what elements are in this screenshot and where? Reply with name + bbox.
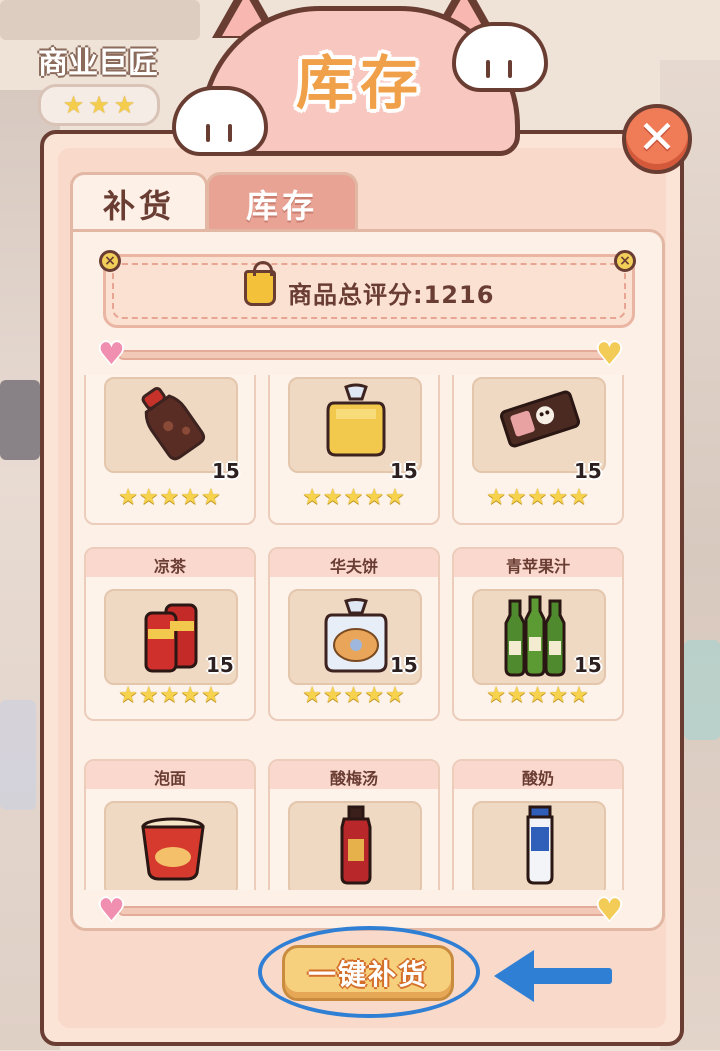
total-score: 商品总评分:1216 xyxy=(288,281,495,309)
heart-icon: ♥ xyxy=(596,337,623,372)
tab-inventory[interactable]: 库存 xyxy=(206,172,358,232)
pin-icon: × xyxy=(614,250,636,272)
close-button[interactable]: ✕ xyxy=(622,104,692,174)
product-card[interactable]: 凉茶 15 ★★★★★ xyxy=(84,547,256,721)
product-name: 凉茶 xyxy=(153,557,186,576)
pointer-arrow-shaft xyxy=(530,968,612,984)
product-card[interactable]: 15 ★★★★★ xyxy=(84,375,256,525)
heart-icon: ♥ xyxy=(98,893,125,928)
heart-icon: ♥ xyxy=(98,337,125,372)
rating-stars: ★★★★★ xyxy=(302,683,406,708)
restock-all-button[interactable]: 一键补货 xyxy=(282,945,454,1001)
product-name: 泡面 xyxy=(153,769,186,788)
cat-paw-right xyxy=(452,22,548,92)
instant-noodles-icon xyxy=(141,817,205,881)
waffle-bag-icon xyxy=(324,598,388,673)
cat-paw-left xyxy=(172,86,268,156)
stock-count: 15 xyxy=(390,459,418,483)
scroll-rail-top xyxy=(118,350,608,360)
bg-counter xyxy=(0,0,200,40)
pin-icon: × xyxy=(99,250,121,272)
bg-shelf xyxy=(0,380,40,460)
player-rating: ★ ★ ★ xyxy=(38,84,160,126)
stock-count: 15 xyxy=(574,459,602,483)
herbal-tea-cans-icon xyxy=(144,603,198,673)
bg-machine xyxy=(684,640,720,740)
product-name: 酸梅汤 xyxy=(329,769,378,788)
stock-count: 15 xyxy=(206,653,234,677)
snack-bar-icon xyxy=(500,390,580,448)
plum-drink-bottle-icon xyxy=(340,805,372,885)
pointer-arrow-icon xyxy=(494,950,534,1002)
stock-count: 15 xyxy=(390,653,418,677)
close-icon: ✕ xyxy=(637,110,677,164)
rating-stars: ★★★★★ xyxy=(486,485,590,510)
stock-count: 15 xyxy=(212,459,240,483)
rating-stars: ★★★★★ xyxy=(118,683,222,708)
rating-stars: ★★★★★ xyxy=(302,485,406,510)
product-grid[interactable]: 15 ★★★★★ 15 ★★★★★ 15 ★★★★★ 凉茶 15 ★★★★★ 华… xyxy=(78,375,638,890)
product-card[interactable]: 泡面 xyxy=(84,759,256,890)
product-card[interactable]: 华夫饼 15 ★★★★★ xyxy=(268,547,440,721)
product-name: 酸奶 xyxy=(521,769,554,788)
scroll-rail-bottom xyxy=(118,906,608,916)
star-icon: ★ xyxy=(62,91,85,119)
product-card[interactable]: 15 ★★★★★ xyxy=(452,375,624,525)
tab-restock[interactable]: 补货 xyxy=(70,172,208,232)
product-card[interactable]: 酸奶 xyxy=(452,759,624,890)
shopping-bag-icon xyxy=(244,261,276,306)
soda-bottle-icon xyxy=(141,386,206,461)
product-card[interactable]: 15 ★★★★★ xyxy=(268,375,440,525)
product-name: 华夫饼 xyxy=(329,557,378,576)
product-name: 青苹果汁 xyxy=(505,557,570,576)
apple-juice-bottles-icon xyxy=(504,595,566,677)
star-icon: ★ xyxy=(88,91,110,119)
rating-stars: ★★★★★ xyxy=(486,683,590,708)
yogurt-bottle-icon xyxy=(526,805,554,885)
stock-count: 15 xyxy=(574,653,602,677)
rating-stars: ★★★★★ xyxy=(118,485,222,510)
bg-poster xyxy=(0,700,36,810)
bread-bag-icon xyxy=(326,383,386,457)
player-title: 商业巨匠 xyxy=(38,46,158,81)
star-icon: ★ xyxy=(113,91,136,119)
product-card[interactable]: 青苹果汁 15 ★★★★★ xyxy=(452,547,624,721)
product-card[interactable]: 酸梅汤 xyxy=(268,759,440,890)
heart-icon: ♥ xyxy=(596,893,623,928)
